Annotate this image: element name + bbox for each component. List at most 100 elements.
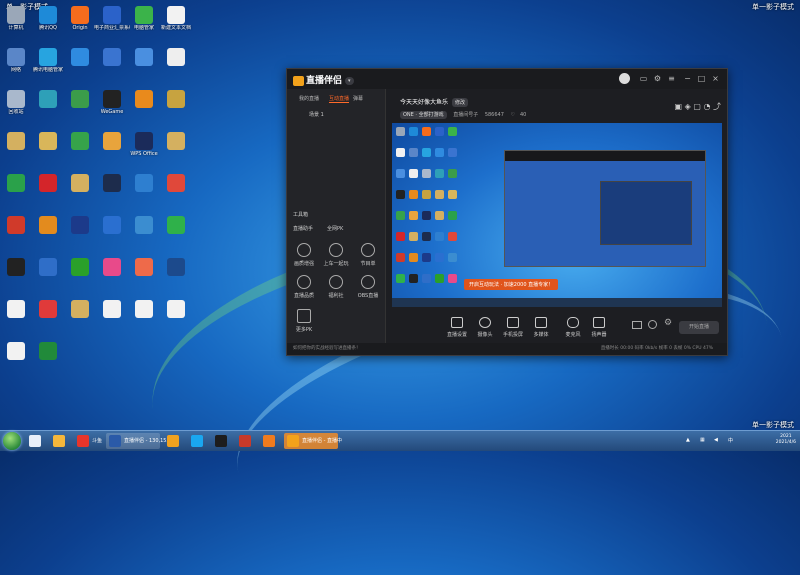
taskbar-item[interactable] bbox=[212, 433, 232, 449]
edit-title-button[interactable]: 修改 bbox=[452, 98, 469, 107]
more-pk-button[interactable]: 更多PK bbox=[289, 309, 319, 333]
desktop-icon[interactable] bbox=[0, 256, 34, 292]
desktop-icon[interactable] bbox=[30, 256, 66, 292]
camera-button[interactable]: 摄像头 bbox=[472, 317, 498, 338]
tool-obs[interactable]: OBS直播 bbox=[353, 275, 383, 299]
desktop-icon[interactable] bbox=[30, 130, 66, 166]
input-method-icon[interactable]: 中 bbox=[728, 437, 733, 444]
live-settings-button[interactable]: 直播设置 bbox=[444, 317, 470, 338]
taskbar-item[interactable] bbox=[164, 433, 184, 449]
desktop-icon[interactable] bbox=[62, 256, 98, 292]
desktop-icon[interactable] bbox=[30, 340, 66, 376]
desktop-icon[interactable] bbox=[94, 214, 130, 250]
desktop-icon[interactable] bbox=[158, 214, 194, 250]
menu-live-assistant[interactable]: 直播助手 bbox=[293, 225, 313, 232]
desktop-icon[interactable]: WPS Office bbox=[126, 130, 162, 166]
desktop-icon[interactable]: 网络 bbox=[0, 46, 34, 82]
desktop-icon[interactable] bbox=[94, 172, 130, 208]
desktop-icon[interactable] bbox=[94, 298, 130, 334]
desktop-icon[interactable] bbox=[30, 214, 66, 250]
tool-program[interactable]: 节目单 bbox=[353, 243, 383, 267]
desktop-icon[interactable] bbox=[0, 214, 34, 250]
desktop-icon[interactable]: 电子商业汇票系统 bbox=[94, 4, 130, 40]
desktop-icon[interactable] bbox=[94, 130, 130, 166]
category-badge[interactable]: ONE · 全部打游戏 bbox=[400, 111, 447, 119]
desktop-icon[interactable]: 回收站 bbox=[0, 88, 34, 124]
maximize-icon[interactable]: □ bbox=[697, 74, 706, 83]
desktop-icon[interactable] bbox=[126, 172, 162, 208]
lock-icon[interactable]: ◈ bbox=[685, 102, 691, 111]
tool-welfare[interactable]: 福利社 bbox=[321, 275, 351, 299]
notice-text[interactable]: 如何把你的实战经验写进直播条！ bbox=[293, 343, 361, 355]
avatar[interactable] bbox=[619, 73, 630, 84]
desktop-icon[interactable] bbox=[158, 46, 194, 82]
desktop-icon[interactable] bbox=[126, 88, 162, 124]
tray-arrow-icon[interactable]: ▲ bbox=[686, 437, 690, 443]
taskbar-item[interactable]: 直播伴侣 - 130,155... bbox=[106, 433, 174, 449]
taskbar-item[interactable] bbox=[188, 433, 208, 449]
taskbar-item[interactable]: 直播伴侣 - 直播中 bbox=[284, 433, 342, 449]
desktop-icon[interactable] bbox=[0, 340, 34, 376]
tool-live-quality[interactable]: 直播品质 bbox=[289, 275, 319, 299]
message-icon[interactable]: ▭ bbox=[639, 74, 648, 83]
desktop-icon[interactable]: 腾讯QQ bbox=[30, 4, 66, 40]
clock[interactable]: 2021 2021/4/6 bbox=[776, 434, 796, 446]
start-live-button[interactable]: 开始直播 bbox=[679, 321, 719, 334]
desktop-icon[interactable] bbox=[158, 256, 194, 292]
network-icon[interactable]: ▦ bbox=[700, 437, 705, 443]
desktop-icon[interactable] bbox=[62, 88, 98, 124]
desktop-icon[interactable] bbox=[62, 46, 98, 82]
desktop-icon[interactable] bbox=[158, 130, 194, 166]
desktop-icon[interactable] bbox=[126, 298, 162, 334]
microphone-button[interactable]: 麦克风 bbox=[560, 317, 586, 338]
minimize-icon[interactable]: − bbox=[683, 74, 692, 83]
share-icon[interactable]: ⤴ bbox=[713, 102, 721, 111]
gift-icon[interactable]: ▣ bbox=[675, 102, 683, 111]
taskbar-item[interactable] bbox=[236, 433, 256, 449]
record-icon[interactable] bbox=[632, 321, 642, 329]
tool-carpool[interactable]: 上车一起玩 bbox=[321, 243, 351, 267]
desktop-icon[interactable] bbox=[62, 172, 98, 208]
desktop-icon[interactable] bbox=[30, 298, 66, 334]
multimedia-button[interactable]: 多媒体 bbox=[528, 317, 554, 338]
scene-label[interactable]: 场景 1 bbox=[309, 111, 324, 118]
stream-preview[interactable]: 开启互动玩法 · 加速2000 直播专家！ bbox=[392, 123, 722, 307]
desktop-icon[interactable] bbox=[62, 214, 98, 250]
taskbar-item[interactable]: 斗鱼 bbox=[74, 433, 102, 449]
desktop-icon[interactable] bbox=[94, 256, 130, 292]
tab-my-live[interactable]: 我的直播 bbox=[299, 95, 319, 102]
taskbar-item[interactable] bbox=[26, 433, 46, 449]
tab-danmaku[interactable]: 弹幕 bbox=[353, 95, 363, 102]
start-button[interactable] bbox=[3, 432, 21, 450]
desktop-icon[interactable] bbox=[30, 172, 66, 208]
menu-icon[interactable]: ≡ bbox=[667, 74, 676, 83]
desktop-icon[interactable]: Origin bbox=[62, 4, 98, 40]
desktop-icon[interactable] bbox=[0, 130, 34, 166]
tool-quality[interactable]: 画质增强 bbox=[289, 243, 319, 267]
clock-icon[interactable] bbox=[648, 320, 657, 329]
desktop-icon[interactable] bbox=[158, 88, 194, 124]
speaker-button[interactable]: 扬声器 bbox=[586, 317, 612, 338]
taskbar-item[interactable] bbox=[50, 433, 70, 449]
desktop-icon[interactable] bbox=[126, 46, 162, 82]
share-screen-icon[interactable]: ▢ bbox=[693, 102, 701, 111]
desktop-icon[interactable] bbox=[158, 298, 194, 334]
settings-icon[interactable]: ⚙ bbox=[653, 74, 662, 83]
desktop-icon[interactable] bbox=[0, 172, 34, 208]
desktop-icon[interactable] bbox=[158, 172, 194, 208]
desktop-icon[interactable]: 新建文本文档 bbox=[158, 4, 194, 40]
gear-icon[interactable]: ⚙ bbox=[664, 318, 672, 328]
desktop-icon[interactable] bbox=[94, 46, 130, 82]
menu-all-network-pk[interactable]: 全网PK bbox=[327, 225, 343, 232]
taskbar-item[interactable] bbox=[260, 433, 280, 449]
tab-interactive-live[interactable]: 互动直播 bbox=[329, 95, 350, 103]
desktop-icon[interactable] bbox=[126, 214, 162, 250]
close-icon[interactable]: × bbox=[711, 74, 720, 83]
bell-icon[interactable]: ◔ bbox=[703, 102, 710, 111]
desktop-icon[interactable] bbox=[0, 298, 34, 334]
desktop-icon[interactable]: 电脑管家 bbox=[126, 4, 162, 40]
desktop-icon[interactable] bbox=[62, 130, 98, 166]
desktop-icon[interactable] bbox=[126, 256, 162, 292]
desktop-icon[interactable] bbox=[30, 88, 66, 124]
desktop-icon[interactable]: 计算机 bbox=[0, 4, 34, 40]
